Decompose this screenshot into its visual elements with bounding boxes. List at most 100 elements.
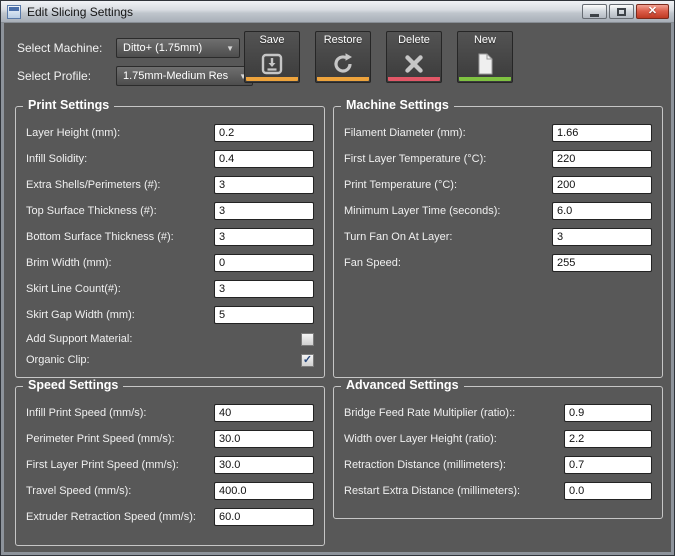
field-row: Minimum Layer Time (seconds): [344, 201, 652, 221]
profile-select[interactable]: 1.75mm-Medium Res ▼ [116, 66, 253, 86]
retraction-distance-input[interactable] [564, 456, 652, 474]
select-profile-label: Select Profile: [17, 69, 92, 83]
filament-diameter-input[interactable] [552, 124, 652, 142]
filament-diameter-label: Filament Diameter (mm): [344, 127, 466, 139]
machine-select[interactable]: Ditto+ (1.75mm) ▼ [116, 38, 240, 58]
restore-button[interactable]: Restore [315, 31, 371, 83]
extruder-retraction-speed-label: Extruder Retraction Speed (mm/s): [26, 511, 196, 523]
new-accent-bar [459, 77, 511, 81]
field-row: Extra Shells/Perimeters (#): [26, 175, 314, 195]
save-button[interactable]: Save [244, 31, 300, 83]
chevron-down-icon: ▼ [226, 43, 234, 53]
field-row: Extruder Retraction Speed (mm/s): [26, 507, 314, 527]
bridge-feed-rate-label: Bridge Feed Rate Multiplier (ratio):: [344, 407, 516, 419]
minimum-layer-time-label: Minimum Layer Time (seconds): [344, 205, 501, 217]
infill-solidity-input[interactable] [214, 150, 314, 168]
maximize-button[interactable] [609, 4, 634, 19]
fan-speed-label: Fan Speed: [344, 257, 401, 269]
first-layer-print-speed-label: First Layer Print Speed (mm/s): [26, 459, 179, 471]
minimize-icon [590, 13, 599, 17]
field-row: Retraction Distance (millimeters): [344, 455, 652, 475]
dialog-content: Select Machine: Ditto+ (1.75mm) ▼ Select… [4, 23, 671, 552]
turn-fan-on-layer-label: Turn Fan On At Layer: [344, 231, 453, 243]
field-row: Skirt Line Count(#): [26, 279, 314, 299]
extra-shells-label: Extra Shells/Perimeters (#): [26, 179, 161, 191]
skirt-line-count-label: Skirt Line Count(#): [26, 283, 121, 295]
toolbar: Save Restore Delete New [244, 31, 513, 83]
field-row: First Layer Temperature (°C): [344, 149, 652, 169]
minimum-layer-time-input[interactable] [552, 202, 652, 220]
delete-button[interactable]: Delete [386, 31, 442, 83]
speed-settings-title: Speed Settings [23, 378, 124, 392]
restore-accent-bar [317, 77, 369, 81]
edit-slicing-settings-window: Edit Slicing Settings ✕ Select Machine: … [0, 0, 675, 556]
machine-select-value: Ditto+ (1.75mm) [123, 42, 203, 54]
extra-shells-input[interactable] [214, 176, 314, 194]
brim-width-input[interactable] [214, 254, 314, 272]
field-row: Print Temperature (°C): [344, 175, 652, 195]
app-icon [7, 4, 21, 19]
machine-settings-title: Machine Settings [341, 98, 454, 112]
field-row: First Layer Print Speed (mm/s): [26, 455, 314, 475]
window-controls: ✕ [582, 4, 669, 19]
titlebar[interactable]: Edit Slicing Settings ✕ [1, 1, 674, 23]
infill-solidity-label: Infill Solidity: [26, 153, 88, 165]
top-surface-thickness-label: Top Surface Thickness (#): [26, 205, 157, 217]
width-over-layer-height-input[interactable] [564, 430, 652, 448]
add-support-label: Add Support Material: [26, 333, 133, 345]
brim-width-label: Brim Width (mm): [26, 257, 112, 269]
print-temperature-label: Print Temperature (°C): [344, 179, 458, 191]
field-row: Bottom Surface Thickness (#): [26, 227, 314, 247]
field-row: Bridge Feed Rate Multiplier (ratio):: [344, 403, 652, 423]
bottom-surface-thickness-label: Bottom Surface Thickness (#): [26, 231, 174, 243]
field-row: Restart Extra Distance (millimeters): [344, 481, 652, 501]
field-row: Infill Print Speed (mm/s): [26, 403, 314, 423]
first-layer-temperature-input[interactable] [552, 150, 652, 168]
retraction-distance-label: Retraction Distance (millimeters): [344, 459, 506, 471]
close-button[interactable]: ✕ [636, 4, 669, 19]
print-settings-group: Print Settings Layer Height (mm): Infill… [15, 98, 325, 378]
window-title: Edit Slicing Settings [27, 4, 134, 19]
turn-fan-on-layer-input[interactable] [552, 228, 652, 246]
layer-height-input[interactable] [214, 124, 314, 142]
bottom-surface-thickness-input[interactable] [214, 228, 314, 246]
organic-clip-label: Organic Clip: [26, 354, 90, 366]
skirt-gap-width-input[interactable] [214, 306, 314, 324]
field-row: Skirt Gap Width (mm): [26, 305, 314, 325]
extruder-retraction-speed-input[interactable] [214, 508, 314, 526]
field-row: Layer Height (mm): [26, 123, 314, 143]
machine-settings-group: Machine Settings Filament Diameter (mm):… [333, 98, 663, 378]
skirt-gap-width-label: Skirt Gap Width (mm): [26, 309, 135, 321]
perimeter-print-speed-input[interactable] [214, 430, 314, 448]
field-row: Top Surface Thickness (#): [26, 201, 314, 221]
print-settings-title: Print Settings [23, 98, 115, 112]
profile-select-value: 1.75mm-Medium Res [123, 70, 229, 82]
field-row: Fan Speed: [344, 253, 652, 273]
advanced-settings-title: Advanced Settings [341, 378, 464, 392]
minimize-button[interactable] [582, 4, 607, 19]
travel-speed-input[interactable] [214, 482, 314, 500]
infill-print-speed-input[interactable] [214, 404, 314, 422]
add-support-checkbox[interactable] [301, 332, 314, 346]
first-layer-temperature-label: First Layer Temperature (°C): [344, 153, 487, 165]
print-temperature-input[interactable] [552, 176, 652, 194]
checkbox-row: Add Support Material: [26, 331, 314, 347]
bridge-feed-rate-input[interactable] [564, 404, 652, 422]
field-row: Travel Speed (mm/s): [26, 481, 314, 501]
first-layer-print-speed-input[interactable] [214, 456, 314, 474]
close-icon: ✕ [647, 5, 658, 17]
skirt-line-count-input[interactable] [214, 280, 314, 298]
restart-extra-distance-label: Restart Extra Distance (millimeters): [344, 485, 521, 497]
width-over-layer-height-label: Width over Layer Height (ratio): [344, 433, 497, 445]
perimeter-print-speed-label: Perimeter Print Speed (mm/s): [26, 433, 175, 445]
fan-speed-input[interactable] [552, 254, 652, 272]
new-button[interactable]: New [457, 31, 513, 83]
checkbox-row: Organic Clip: ✓ [26, 352, 314, 368]
field-row: Turn Fan On At Layer: [344, 227, 652, 247]
save-accent-bar [246, 77, 298, 81]
field-row: Brim Width (mm): [26, 253, 314, 273]
organic-clip-checkbox[interactable]: ✓ [301, 353, 314, 367]
top-surface-thickness-input[interactable] [214, 202, 314, 220]
restart-extra-distance-input[interactable] [564, 482, 652, 500]
speed-settings-group: Speed Settings Infill Print Speed (mm/s)… [15, 378, 325, 546]
